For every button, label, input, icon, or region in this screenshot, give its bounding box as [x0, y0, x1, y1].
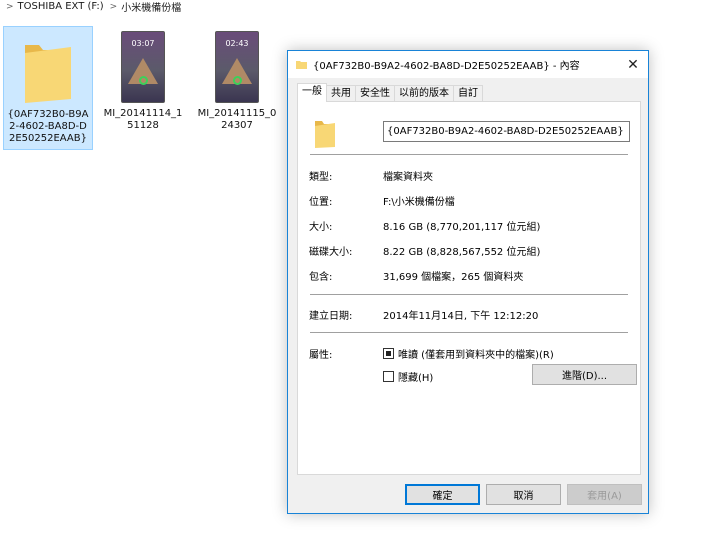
disk-size-value: 8.22 GB (8,828,567,552 位元組)	[383, 247, 541, 258]
ok-button[interactable]: 確定	[405, 484, 480, 505]
file-caption: {0AF732B0-B9A 2-4602-BA8D-D 2E50252EAAB}	[7, 109, 89, 144]
checkbox-unchecked-icon	[383, 371, 394, 382]
contains-value: 31,699 個檔案，265 個資料夾	[383, 272, 524, 283]
disk-size-label: 磁碟大小:	[309, 247, 353, 258]
created-label: 建立日期:	[309, 311, 353, 322]
folder-icon	[296, 61, 307, 69]
file-caption: MI_20141115_0 24307	[197, 108, 277, 131]
attributes-label: 屬性:	[309, 350, 333, 361]
tab-sharing[interactable]: 共用	[326, 85, 356, 102]
contains-label: 包含:	[309, 272, 333, 283]
readonly-checkbox[interactable]: 唯讀 (僅套用到資料夾中的檔案)(R)	[383, 346, 554, 361]
size-value: 8.16 GB (8,770,201,117 位元組)	[383, 222, 541, 233]
chevron-right-icon[interactable]: >	[110, 2, 118, 12]
tab-previous-versions[interactable]: 以前的版本	[394, 85, 454, 102]
breadcrumb-item-drive[interactable]: TOSHIBA EXT (F:)	[18, 1, 104, 12]
tab-general[interactable]: 一般	[297, 83, 327, 102]
screenshot-thumbnail: 03:07	[121, 31, 165, 103]
close-icon: ✕	[627, 56, 639, 73]
hidden-checkbox[interactable]: 隱藏(H)	[383, 369, 433, 384]
folder-icon	[315, 121, 335, 148]
location-label: 位置:	[309, 197, 333, 208]
cancel-button[interactable]: 取消	[486, 484, 561, 505]
screenshot-thumbnail: 02:43	[215, 31, 259, 103]
checkbox-indeterminate-icon	[383, 348, 394, 359]
file-item-screenshot[interactable]: 02:43 MI_20141115_0 24307	[192, 26, 282, 150]
dialog-titlebar[interactable]: {0AF732B0-B9A2-4602-BA8D-D2E50252EAAB} -…	[288, 51, 648, 78]
created-value: 2014年11月14日, 下午 12:12:20	[383, 311, 539, 322]
close-button[interactable]: ✕	[618, 51, 648, 78]
tab-strip: 一般 共用 安全性 以前的版本 自訂	[297, 83, 483, 102]
file-caption: MI_20141114_1 51128	[103, 108, 183, 131]
unlock-ring-icon	[233, 76, 242, 85]
hidden-checkbox-label: 隱藏(H)	[398, 373, 434, 384]
unlock-ring-icon	[139, 76, 148, 85]
divider	[310, 332, 628, 333]
tab-customize[interactable]: 自訂	[453, 85, 483, 102]
advanced-button[interactable]: 進階(D)...	[532, 364, 637, 385]
file-item-folder[interactable]: {0AF732B0-B9A 2-4602-BA8D-D 2E50252EAAB}	[3, 26, 93, 150]
divider	[310, 294, 628, 295]
type-value: 檔案資料夾	[383, 172, 433, 183]
breadcrumb: > TOSHIBA EXT (F:) > 小米機備份檔	[0, 0, 720, 13]
chevron-right-icon[interactable]: >	[6, 2, 14, 12]
tab-security[interactable]: 安全性	[355, 85, 395, 102]
folder-icon	[25, 45, 71, 103]
apply-button[interactable]: 套用(A)	[567, 484, 642, 505]
file-item-screenshot[interactable]: 03:07 MI_20141114_1 51128	[98, 26, 188, 150]
size-label: 大小:	[309, 222, 333, 233]
divider	[310, 154, 628, 155]
general-panel: {0AF732B0-B9A2-4602-BA8D-D2E50252EAAB} 類…	[297, 101, 641, 475]
readonly-checkbox-label: 唯讀 (僅套用到資料夾中的檔案)(R)	[398, 350, 554, 361]
location-value: F:\小米機備份檔	[383, 197, 455, 208]
type-label: 類型:	[309, 172, 333, 183]
breadcrumb-item-folder[interactable]: 小米機備份檔	[121, 0, 181, 13]
properties-dialog: {0AF732B0-B9A2-4602-BA8D-D2E50252EAAB} -…	[287, 50, 649, 514]
dialog-title: {0AF732B0-B9A2-4602-BA8D-D2E50252EAAB} -…	[313, 61, 580, 72]
folder-name-input[interactable]: {0AF732B0-B9A2-4602-BA8D-D2E50252EAAB}	[383, 121, 630, 142]
